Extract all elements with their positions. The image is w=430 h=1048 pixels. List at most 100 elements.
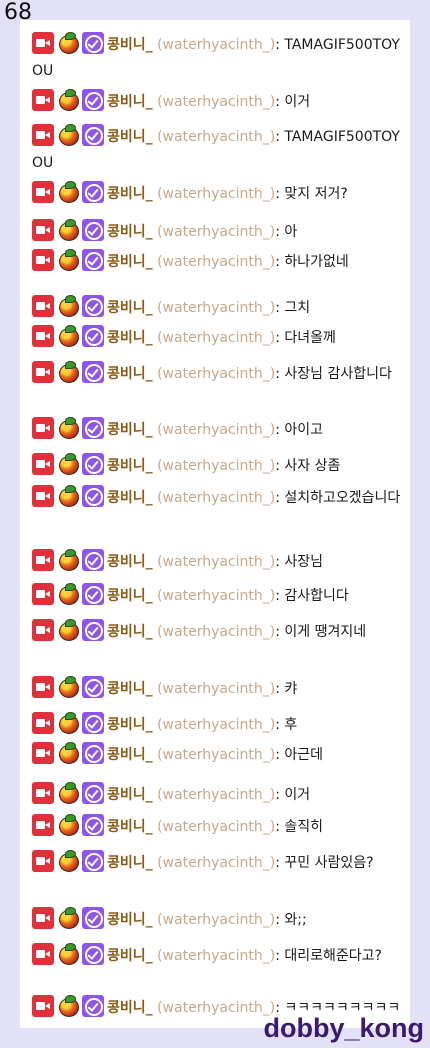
message-text: 이게 땡겨지네 — [284, 624, 367, 640]
user-login[interactable]: (waterhyacinth_) — [157, 819, 275, 835]
message-separator: : — [275, 37, 280, 53]
user-icon — [32, 619, 54, 641]
user-icon — [57, 583, 79, 605]
user-icon — [32, 181, 54, 203]
user-icon — [82, 295, 104, 317]
chat-message: 콩비니_ (waterhyacinth_): 이게 땡겨지네 — [32, 619, 406, 645]
user-icon — [32, 907, 54, 929]
message-separator: : — [275, 490, 280, 506]
user-login[interactable]: (waterhyacinth_) — [157, 747, 275, 763]
user-login[interactable]: (waterhyacinth_) — [157, 855, 275, 871]
user-icon — [57, 249, 79, 271]
username[interactable]: 콩비니_ — [107, 819, 153, 835]
message-text: 솔직히 — [284, 819, 324, 835]
message-text: 사장님 감사합니다 — [284, 366, 392, 382]
user-login[interactable]: (waterhyacinth_) — [157, 717, 275, 733]
username[interactable]: 콩비니_ — [107, 490, 153, 506]
user-icon — [32, 782, 54, 804]
username[interactable]: 콩비니_ — [107, 1000, 153, 1016]
user-login[interactable]: (waterhyacinth_) — [157, 490, 275, 506]
user-login[interactable]: (waterhyacinth_) — [157, 94, 275, 110]
username[interactable]: 콩비니_ — [107, 254, 153, 270]
user-icon — [82, 249, 104, 271]
message-text: 아 — [284, 224, 298, 240]
message-text: 사자 상좀 — [284, 458, 341, 474]
user-icon — [82, 361, 104, 383]
message-separator: : — [275, 855, 280, 871]
user-icon — [82, 995, 104, 1017]
user-icon — [57, 549, 79, 571]
chat-message: 콩비니_ (waterhyacinth_): 이거 — [32, 782, 406, 808]
user-login[interactable]: (waterhyacinth_) — [157, 624, 275, 640]
username[interactable]: 콩비니_ — [107, 366, 153, 382]
username[interactable]: 콩비니_ — [107, 948, 153, 964]
user-icon — [32, 549, 54, 571]
user-login[interactable]: (waterhyacinth_) — [157, 912, 275, 928]
username[interactable]: 콩비니_ — [107, 422, 153, 438]
username[interactable]: 콩비니_ — [107, 747, 153, 763]
user-login[interactable]: (waterhyacinth_) — [157, 422, 275, 438]
chat-message: 콩비니_ (waterhyacinth_): 캬 — [32, 676, 406, 702]
username[interactable]: 콩비니_ — [107, 912, 153, 928]
user-login[interactable]: (waterhyacinth_) — [157, 366, 275, 382]
username[interactable]: 콩비니_ — [107, 554, 153, 570]
user-login[interactable]: (waterhyacinth_) — [157, 224, 275, 240]
username[interactable]: 콩비니_ — [107, 330, 153, 346]
user-login[interactable]: (waterhyacinth_) — [157, 254, 275, 270]
chat-message: 콩비니_ (waterhyacinth_): 아근데 — [32, 742, 406, 768]
user-login[interactable]: (waterhyacinth_) — [157, 588, 275, 604]
message-separator: : — [275, 681, 280, 697]
chat-message: 콩비니_ (waterhyacinth_): 후 — [32, 712, 406, 738]
message-separator: : — [275, 186, 280, 202]
username[interactable]: 콩비니_ — [107, 224, 153, 240]
user-icon — [32, 295, 54, 317]
user-icon — [32, 712, 54, 734]
user-login[interactable]: (waterhyacinth_) — [157, 129, 275, 145]
username[interactable]: 콩비니_ — [107, 94, 153, 110]
user-icon — [32, 742, 54, 764]
user-icon — [82, 32, 104, 54]
username[interactable]: 콩비니_ — [107, 300, 153, 316]
username[interactable]: 콩비니_ — [107, 458, 153, 474]
user-login[interactable]: (waterhyacinth_) — [157, 300, 275, 316]
user-icon — [57, 712, 79, 734]
user-icon — [82, 583, 104, 605]
user-login[interactable]: (waterhyacinth_) — [157, 186, 275, 202]
user-login[interactable]: (waterhyacinth_) — [157, 330, 275, 346]
user-icon — [82, 850, 104, 872]
message-separator: : — [275, 787, 280, 803]
user-login[interactable]: (waterhyacinth_) — [157, 554, 275, 570]
username[interactable]: 콩비니_ — [107, 855, 153, 871]
chat-message: 콩비니_ (waterhyacinth_): 감사합니다 — [32, 583, 406, 609]
username[interactable]: 콩비니_ — [107, 588, 153, 604]
user-login[interactable]: (waterhyacinth_) — [157, 1000, 275, 1016]
message-separator: : — [275, 819, 280, 835]
message-separator: : — [275, 717, 280, 733]
message-separator: : — [275, 224, 280, 240]
message-text: 이거 — [284, 94, 311, 110]
message-separator: : — [275, 366, 280, 382]
user-icon — [32, 89, 54, 111]
username[interactable]: 콩비니_ — [107, 717, 153, 733]
username[interactable]: 콩비니_ — [107, 681, 153, 697]
user-login[interactable]: (waterhyacinth_) — [157, 948, 275, 964]
user-login[interactable]: (waterhyacinth_) — [157, 787, 275, 803]
chat-message: 콩비니_ (waterhyacinth_): 이거 — [32, 89, 406, 115]
user-icon — [57, 453, 79, 475]
user-icon — [57, 850, 79, 872]
user-icon — [57, 943, 79, 965]
user-login[interactable]: (waterhyacinth_) — [157, 458, 275, 474]
username[interactable]: 콩비니_ — [107, 129, 153, 145]
username[interactable]: 콩비니_ — [107, 186, 153, 202]
user-login[interactable]: (waterhyacinth_) — [157, 37, 275, 53]
message-separator: : — [275, 624, 280, 640]
message-separator: : — [275, 129, 280, 145]
message-separator: : — [275, 300, 280, 316]
username[interactable]: 콩비니_ — [107, 37, 153, 53]
message-separator: : — [275, 458, 280, 474]
message-separator: : — [275, 747, 280, 763]
username[interactable]: 콩비니_ — [107, 624, 153, 640]
user-login[interactable]: (waterhyacinth_) — [157, 681, 275, 697]
chat-message: 콩비니_ (waterhyacinth_): 꾸민 사람있음? — [32, 850, 406, 876]
username[interactable]: 콩비니_ — [107, 787, 153, 803]
